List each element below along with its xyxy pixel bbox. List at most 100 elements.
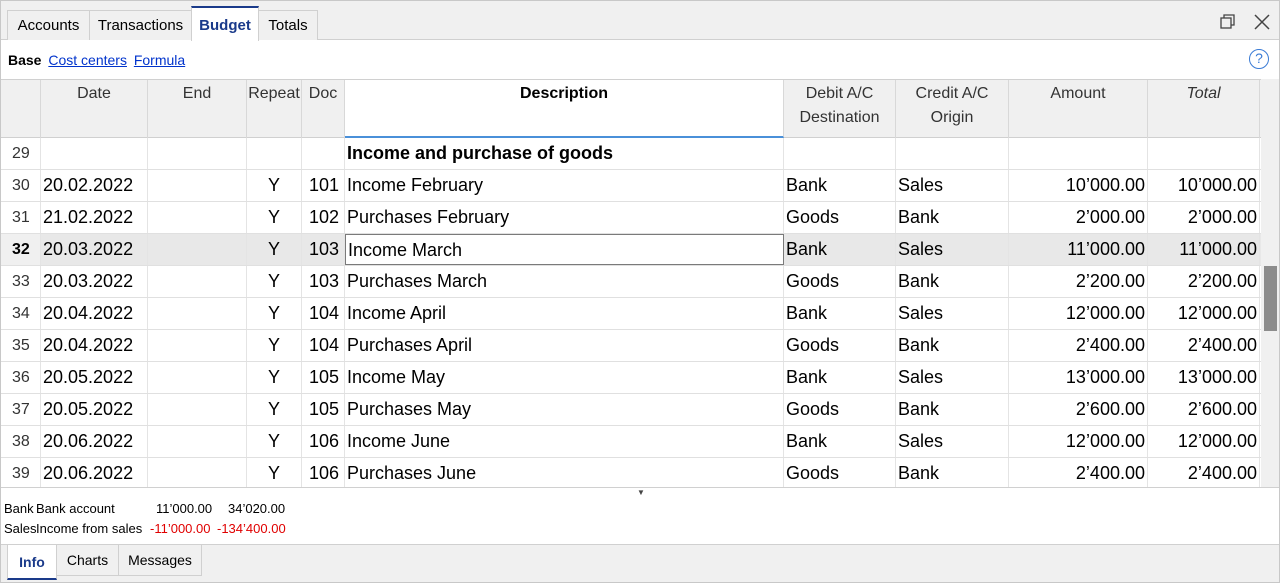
total-cell[interactable]: 11’000.00	[1148, 234, 1260, 265]
view-cost-centers[interactable]: Cost centers	[48, 52, 127, 68]
debit-account-cell[interactable]: Goods	[784, 266, 896, 297]
view-base[interactable]: Base	[8, 52, 41, 68]
header-amount[interactable]: Amount	[1009, 80, 1148, 138]
description-cell[interactable]: Purchases March	[345, 266, 784, 297]
header-end[interactable]: End	[148, 80, 247, 138]
date-cell[interactable]: 20.06.2022	[41, 458, 148, 487]
date-cell[interactable]: 21.02.2022	[41, 202, 148, 233]
date-cell[interactable]: 20.04.2022	[41, 298, 148, 329]
date-cell[interactable]: 20.05.2022	[41, 394, 148, 425]
repeat-cell[interactable]: Y	[247, 362, 302, 393]
doc-cell[interactable]: 106	[302, 426, 345, 457]
description-cell[interactable]: Income February	[345, 170, 784, 201]
end-cell[interactable]	[148, 426, 247, 457]
description-cell[interactable]: Purchases February	[345, 202, 784, 233]
repeat-cell[interactable]: Y	[247, 426, 302, 457]
end-cell[interactable]	[148, 138, 247, 169]
credit-account-cell[interactable]: Sales	[896, 234, 1009, 265]
amount-cell[interactable]: 2’000.00	[1009, 202, 1148, 233]
header-repeat[interactable]: Repeat	[247, 80, 302, 138]
end-cell[interactable]	[148, 266, 247, 297]
total-cell[interactable]: 2’400.00	[1148, 458, 1260, 487]
vertical-scrollbar[interactable]	[1261, 79, 1279, 487]
date-cell[interactable]: 20.02.2022	[41, 170, 148, 201]
close-icon[interactable]	[1253, 13, 1271, 31]
total-cell[interactable]: 2’200.00	[1148, 266, 1260, 297]
table-row[interactable]: 37 20.05.2022 Y 105 Purchases May Goods Bank 2’…	[1, 394, 1261, 426]
debit-account-cell[interactable]	[784, 138, 896, 169]
table-row[interactable]: 39 20.06.2022 Y 106 Purchases June Goods Bank 2…	[1, 458, 1261, 487]
credit-account-cell[interactable]: Bank	[896, 202, 1009, 233]
description-cell[interactable]: Income April	[345, 298, 784, 329]
credit-account-cell[interactable]: Sales	[896, 362, 1009, 393]
end-cell[interactable]	[148, 234, 247, 265]
doc-cell[interactable]	[302, 138, 345, 169]
tab-totals[interactable]: Totals	[258, 10, 318, 40]
date-cell[interactable]: 20.03.2022	[41, 266, 148, 297]
debit-account-cell[interactable]: Goods	[784, 330, 896, 361]
credit-account-cell[interactable]: Bank	[896, 458, 1009, 487]
debit-account-cell[interactable]: Bank	[784, 170, 896, 201]
end-cell[interactable]	[148, 298, 247, 329]
description-cell[interactable]: Purchases June	[345, 458, 784, 487]
repeat-cell[interactable]: Y	[247, 234, 302, 265]
header-credit[interactable]: Credit A/C Origin	[896, 80, 1009, 138]
header-doc[interactable]: Doc	[302, 80, 345, 138]
date-cell[interactable]: 20.04.2022	[41, 330, 148, 361]
description-cell[interactable]: Purchases April	[345, 330, 784, 361]
tab-transactions[interactable]: Transactions	[89, 10, 192, 40]
tab-charts[interactable]: Charts	[56, 545, 119, 576]
repeat-cell[interactable]: Y	[247, 394, 302, 425]
tab-budget[interactable]: Budget	[191, 6, 259, 41]
date-cell[interactable]	[41, 138, 148, 169]
doc-cell[interactable]: 106	[302, 458, 345, 487]
debit-account-cell[interactable]: Goods	[784, 394, 896, 425]
scrollbar-thumb[interactable]	[1264, 266, 1277, 331]
credit-account-cell[interactable]: Sales	[896, 298, 1009, 329]
end-cell[interactable]	[148, 330, 247, 361]
credit-account-cell[interactable]: Bank	[896, 394, 1009, 425]
repeat-cell[interactable]: Y	[247, 330, 302, 361]
doc-cell[interactable]: 104	[302, 330, 345, 361]
repeat-cell[interactable]: Y	[247, 458, 302, 487]
repeat-cell[interactable]: Y	[247, 170, 302, 201]
table-row[interactable]: 31 21.02.2022 Y 102 Purchases February Goods B…	[1, 202, 1261, 234]
credit-account-cell[interactable]: Sales	[896, 426, 1009, 457]
header-total[interactable]: Total	[1148, 80, 1260, 138]
amount-cell[interactable]: 11’000.00	[1009, 234, 1148, 265]
doc-cell[interactable]: 105	[302, 394, 345, 425]
debit-account-cell[interactable]: Bank	[784, 234, 896, 265]
date-cell[interactable]: 20.05.2022	[41, 362, 148, 393]
tab-accounts[interactable]: Accounts	[7, 10, 90, 40]
restore-window-icon[interactable]	[1219, 13, 1237, 31]
total-cell[interactable]: 2’400.00	[1148, 330, 1260, 361]
table-row[interactable]: 32 20.03.2022 Y 103 Income March Bank Sales 11’…	[1, 234, 1261, 266]
description-cell[interactable]: Income and purchase of goods	[345, 138, 784, 169]
splitter-arrow-icon[interactable]: ▼	[637, 488, 645, 497]
debit-account-cell[interactable]: Bank	[784, 362, 896, 393]
table-row[interactable]: 30 20.02.2022 Y 101 Income February Bank Sales…	[1, 170, 1261, 202]
panel-splitter[interactable]: ▼	[1, 487, 1279, 497]
total-cell[interactable]: 12’000.00	[1148, 298, 1260, 329]
description-cell[interactable]: Income May	[345, 362, 784, 393]
tab-info[interactable]: Info	[7, 545, 57, 580]
debit-account-cell[interactable]: Bank	[784, 298, 896, 329]
total-cell[interactable]: 13’000.00	[1148, 362, 1260, 393]
repeat-cell[interactable]	[247, 138, 302, 169]
amount-cell[interactable]: 2’200.00	[1009, 266, 1148, 297]
end-cell[interactable]	[148, 202, 247, 233]
doc-cell[interactable]: 102	[302, 202, 345, 233]
table-row[interactable]: 38 20.06.2022 Y 106 Income June Bank Sales 12’0…	[1, 426, 1261, 458]
doc-cell[interactable]: 103	[302, 266, 345, 297]
date-cell[interactable]: 20.03.2022	[41, 234, 148, 265]
description-cell[interactable]: Income March	[345, 234, 784, 265]
header-debit[interactable]: Debit A/C Destination	[784, 80, 896, 138]
total-cell[interactable]	[1148, 138, 1260, 169]
end-cell[interactable]	[148, 170, 247, 201]
amount-cell[interactable]: 12’000.00	[1009, 298, 1148, 329]
credit-account-cell[interactable]: Bank	[896, 266, 1009, 297]
repeat-cell[interactable]: Y	[247, 202, 302, 233]
credit-account-cell[interactable]: Sales	[896, 170, 1009, 201]
end-cell[interactable]	[148, 458, 247, 487]
amount-cell[interactable]: 12’000.00	[1009, 426, 1148, 457]
